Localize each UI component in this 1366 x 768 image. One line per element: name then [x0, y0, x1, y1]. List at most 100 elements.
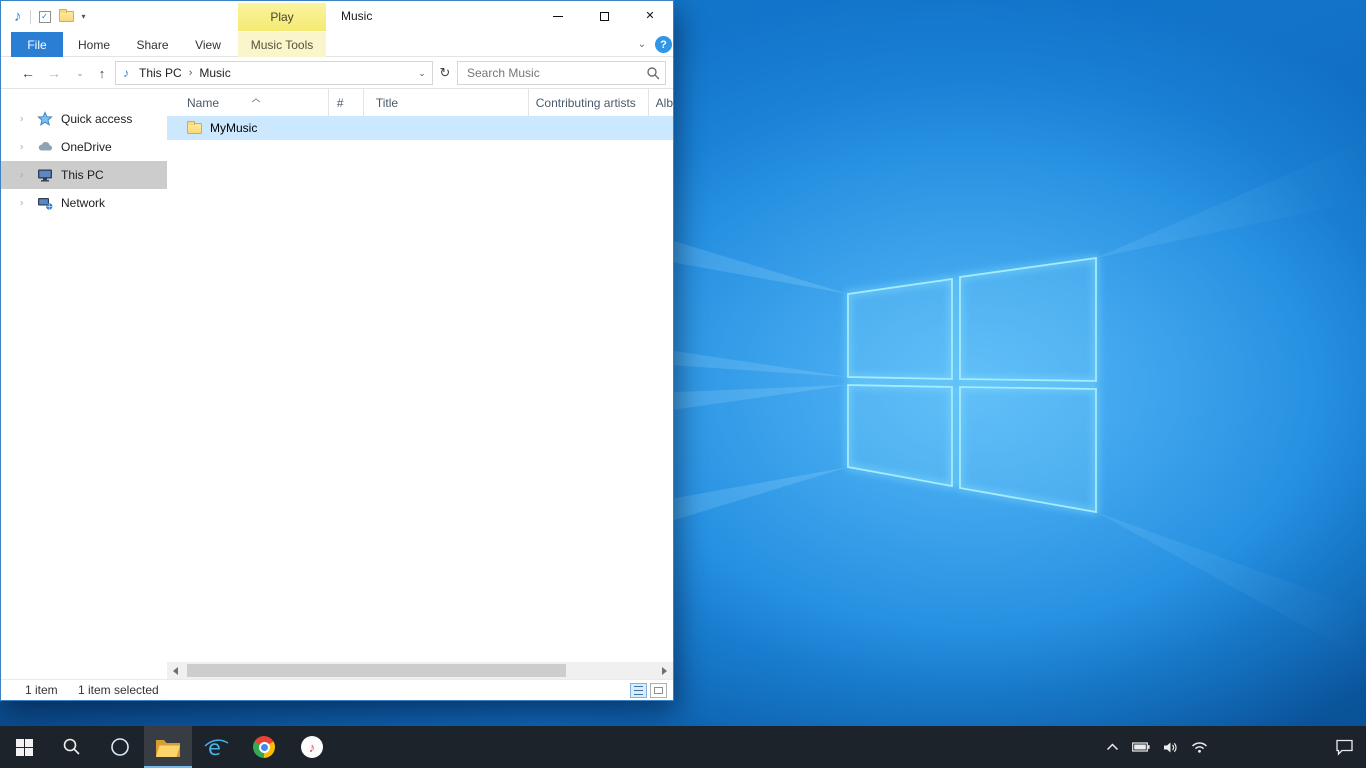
sidebar-item-label: OneDrive — [61, 140, 112, 154]
search-icon — [62, 737, 82, 757]
search-box[interactable] — [457, 61, 666, 85]
sidebar-item-label: Quick access — [61, 112, 132, 126]
selection-count: 1 item selected — [78, 680, 159, 701]
itunes-button[interactable]: ♪ — [288, 726, 336, 768]
star-icon — [37, 111, 53, 127]
screen: ♪ ✓ ▾ Play Music ✕ File Home Share View … — [0, 0, 1366, 768]
search-input[interactable] — [458, 66, 641, 80]
address-dropdown-chevron-icon[interactable]: ⌄ — [412, 68, 432, 79]
check-icon: ✓ — [41, 13, 48, 21]
column-header-name[interactable]: Name — [167, 89, 329, 116]
back-button[interactable]: ← — [17, 57, 39, 89]
breadcrumb-music[interactable]: Music — [194, 62, 235, 84]
action-center-button[interactable] — [1335, 726, 1354, 768]
column-headers: Name # Title Contributing artists Alb — [167, 89, 673, 116]
start-button[interactable] — [0, 726, 48, 768]
minimize-icon — [553, 16, 563, 17]
close-button[interactable]: ✕ — [627, 1, 673, 32]
hidden-icons-chevron-icon[interactable] — [1106, 743, 1119, 751]
folder-icon — [187, 123, 202, 134]
taskbar-file-explorer-button[interactable] — [144, 726, 192, 768]
up-button[interactable]: ↑ — [92, 57, 112, 89]
scroll-right-icon — [662, 667, 667, 675]
title-bar[interactable]: ♪ ✓ ▾ Play Music ✕ — [1, 1, 673, 32]
maximize-button[interactable] — [581, 1, 627, 32]
column-header-contributing-artists[interactable]: Contributing artists — [529, 89, 649, 116]
expand-ribbon-chevron-icon[interactable]: ⌄ — [632, 32, 652, 57]
sort-ascending-icon — [251, 90, 261, 108]
expand-chevron-icon[interactable]: › — [20, 142, 23, 153]
sidebar-item-onedrive[interactable]: › OneDrive — [1, 133, 167, 161]
details-view-icon — [634, 686, 643, 695]
column-header-number[interactable]: # — [329, 89, 364, 116]
windows-logo-icon — [16, 739, 33, 756]
search-icon[interactable] — [641, 67, 665, 80]
expand-chevron-icon[interactable]: › — [20, 114, 23, 125]
volume-icon[interactable] — [1163, 741, 1178, 754]
window-title: Music — [341, 1, 372, 32]
contextual-group-chip: Play — [238, 3, 326, 31]
scroll-left-button[interactable] — [167, 662, 184, 679]
breadcrumb-chevron-icon[interactable]: › — [187, 67, 195, 79]
address-bar[interactable]: ♪ This PC › Music ⌄ — [115, 61, 433, 85]
sidebar-item-quick-access[interactable]: › Quick access — [1, 105, 167, 133]
cloud-icon — [37, 139, 53, 155]
breadcrumb-this-pc[interactable]: This PC — [134, 62, 187, 84]
taskbar-search-button[interactable] — [48, 726, 96, 768]
help-button[interactable]: ? — [655, 36, 672, 53]
sidebar-item-label: Network — [61, 196, 105, 210]
new-folder-icon[interactable] — [59, 11, 74, 22]
chrome-core — [261, 744, 268, 751]
navigation-bar: ← → ⌄ ↑ ♪ This PC › Music ⌄ ↻ — [1, 57, 673, 89]
large-icons-view-icon — [654, 687, 663, 694]
expand-chevron-icon[interactable]: › — [20, 198, 23, 209]
internet-explorer-icon: e — [203, 734, 229, 760]
wifi-icon[interactable] — [1191, 741, 1208, 753]
column-header-title[interactable]: Title — [364, 89, 529, 116]
sidebar-item-network[interactable]: › Network — [1, 189, 167, 217]
music-note-icon: ♪ — [309, 741, 316, 754]
file-row-mymusic[interactable]: MyMusic — [167, 116, 673, 140]
chrome-button[interactable] — [240, 726, 288, 768]
expand-chevron-icon[interactable]: › — [20, 170, 23, 181]
tab-music-tools[interactable]: Music Tools — [238, 32, 326, 57]
internet-explorer-button[interactable]: e — [192, 726, 240, 768]
network-icon — [37, 195, 53, 211]
system-tray — [1106, 726, 1208, 768]
tab-file[interactable]: File — [11, 32, 63, 57]
maximize-icon — [600, 12, 609, 21]
cortana-button[interactable] — [96, 726, 144, 768]
file-explorer-window: ♪ ✓ ▾ Play Music ✕ File Home Share View … — [0, 0, 674, 701]
chrome-icon — [253, 736, 275, 758]
computer-icon — [37, 167, 53, 183]
sidebar-item-this-pc[interactable]: › This PC — [1, 161, 167, 189]
tab-view[interactable]: View — [187, 32, 229, 57]
forward-button[interactable]: → — [43, 57, 65, 89]
music-note-icon: ♪ — [14, 9, 22, 24]
action-center-icon — [1335, 739, 1354, 756]
horizontal-scrollbar[interactable] — [167, 662, 673, 679]
refresh-button[interactable]: ↻ — [435, 57, 455, 89]
tab-home[interactable]: Home — [73, 32, 115, 57]
ribbon-tab-row: File Home Share View Music Tools ⌄ ? — [1, 32, 673, 57]
file-name: MyMusic — [210, 121, 257, 135]
details-view-button[interactable] — [630, 683, 647, 698]
navigation-pane: › Quick access › OneDrive › — [1, 89, 167, 662]
properties-icon[interactable]: ✓ — [39, 11, 51, 23]
battery-icon[interactable] — [1132, 742, 1150, 752]
scrollbar-thumb[interactable] — [187, 664, 566, 677]
minimize-button[interactable] — [535, 1, 581, 32]
recent-locations-chevron-icon[interactable]: ⌄ — [71, 57, 89, 89]
cortana-icon — [110, 737, 130, 757]
close-icon: ✕ — [645, 11, 654, 22]
large-icons-view-button[interactable] — [650, 683, 667, 698]
toolbar-separator — [30, 10, 31, 24]
tab-share[interactable]: Share — [130, 32, 175, 57]
file-explorer-icon — [155, 737, 181, 758]
music-app-icon: ♪ — [301, 736, 323, 758]
scroll-right-button[interactable] — [656, 662, 673, 679]
window-controls: ✕ — [535, 1, 673, 32]
column-header-album[interactable]: Alb — [649, 89, 673, 116]
customize-toolbar-chevron-icon[interactable]: ▾ — [82, 13, 86, 21]
sidebar-item-label: This PC — [61, 168, 104, 182]
